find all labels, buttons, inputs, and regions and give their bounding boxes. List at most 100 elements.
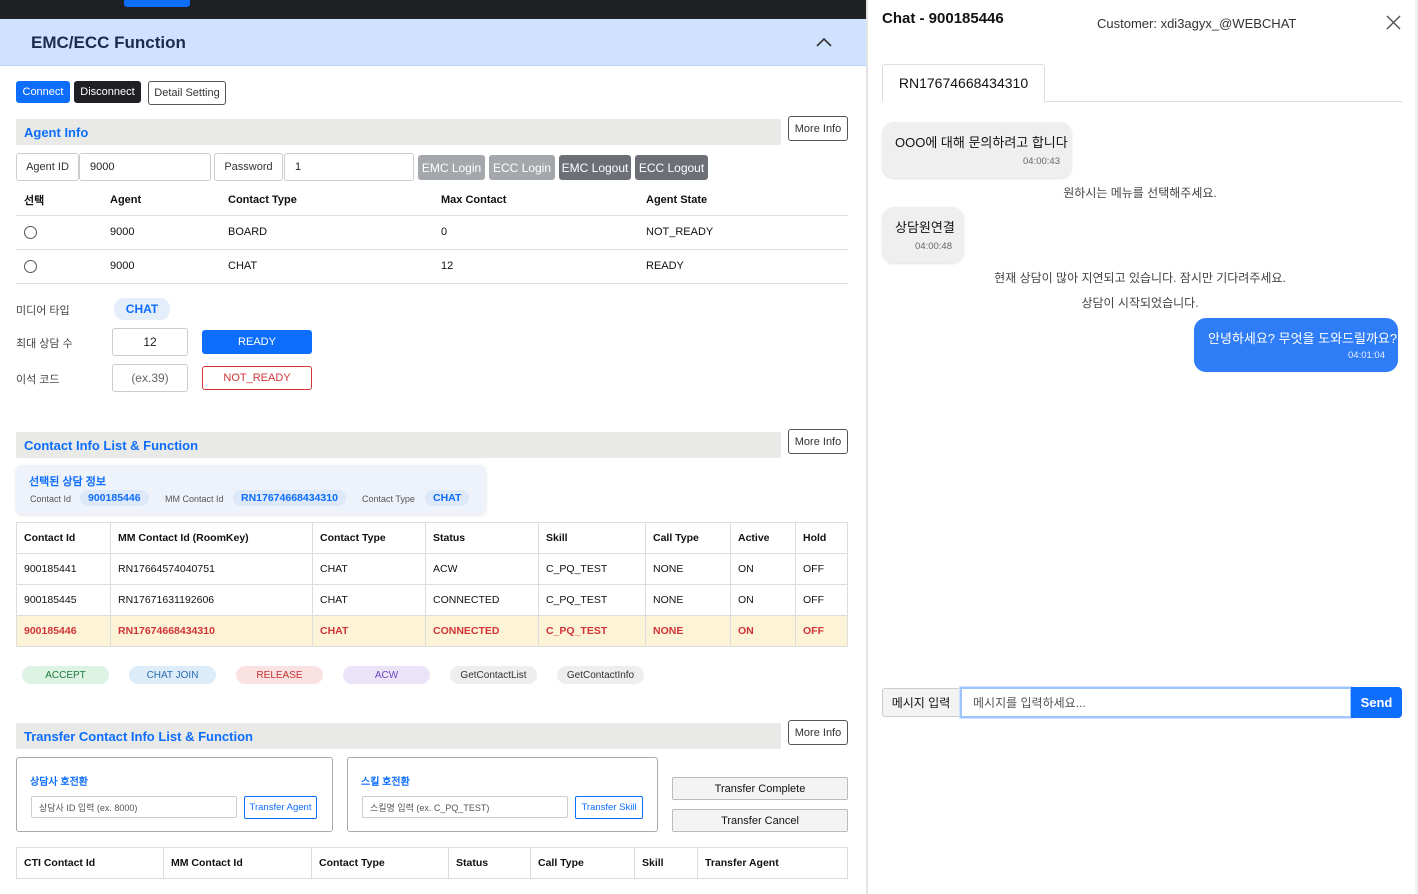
message-input-label: 메시지 입력 [882, 688, 960, 717]
system-message: 상담이 시작되었습니다. [1081, 296, 1199, 310]
row-select-radio[interactable] [24, 225, 37, 239]
transfer-table: CTI Contact Id MM Contact Id Contact Typ… [16, 847, 848, 879]
message-time: 04:01:04 [1348, 350, 1385, 361]
contact-info-band: Contact Info List & Function [16, 432, 781, 458]
contact-id-cell: 900185441 [16, 553, 111, 585]
column-header: CTI Contact Id [16, 847, 164, 879]
chat-join-button[interactable]: CHAT JOIN [129, 666, 216, 684]
mm-contact-id-cell: RN17674668434310 [110, 615, 313, 647]
chat-title: Chat - 900185446 [882, 10, 1004, 27]
contact-table-header: Contact Id MM Contact Id (RoomKey) Conta… [16, 522, 848, 554]
not-ready-button[interactable]: NOT_READY [202, 366, 312, 390]
app-root: EMC/ECC Function Connect Disconnect Deta… [0, 0, 1418, 894]
table-row[interactable]: 9000 BOARD 0 NOT_READY [16, 215, 848, 250]
table-row[interactable]: 900185441 RN17664574040751 CHAT ACW C_PQ… [16, 553, 848, 585]
contact-id-cell: 900185445 [16, 584, 111, 616]
contact-type-cell: BOARD [220, 215, 433, 250]
contact-type-cell: CHAT [312, 553, 426, 585]
emc-logout-button[interactable]: EMC Logout [559, 155, 631, 180]
table-row[interactable]: 9000 CHAT 12 READY [16, 249, 848, 284]
password-label: Password [214, 153, 283, 181]
chat-tab[interactable]: RN17674668434310 [882, 64, 1045, 102]
column-header: Active [730, 522, 796, 554]
contact-info-title: Contact Info List & Function [24, 438, 199, 453]
column-header: MM Contact Id [163, 847, 312, 879]
call-type-cell: NONE [645, 553, 731, 585]
section-header[interactable]: EMC/ECC Function [0, 19, 866, 66]
transfer-agent-input[interactable]: 상담사 ID 입력 (ex. 8000) [31, 796, 237, 818]
transfer-skill-box: 스킬 호전환 스킬명 입력 (ex. C_PQ_TEST) Transfer S… [347, 757, 658, 832]
release-button[interactable]: RELEASE [236, 666, 323, 684]
top-bar [0, 0, 866, 19]
transfer-skill-button[interactable]: Transfer Skill [575, 796, 643, 819]
column-header: 선택 [16, 185, 102, 216]
status-cell: CONNECTED [425, 584, 539, 616]
contact-info-more-button[interactable]: More Info [788, 429, 848, 454]
message-input[interactable]: 메시지를 입력하세요... [960, 687, 1352, 718]
transfer-table-header: CTI Contact Id MM Contact Id Contact Typ… [16, 847, 848, 879]
detail-setting-button[interactable]: Detail Setting [148, 81, 226, 105]
transfer-skill-input[interactable]: 스킬명 입력 (ex. C_PQ_TEST) [362, 796, 568, 818]
away-code-label: 이석 코드 [16, 374, 60, 386]
mm-contact-id-cell: RN17664574040751 [110, 553, 313, 585]
transfer-more-button[interactable]: More Info [788, 720, 848, 745]
chevron-up-icon[interactable] [815, 35, 833, 49]
table-row-selected[interactable]: 900185446 RN17674668434310 CHAT CONNECTE… [16, 615, 848, 647]
message-text: 상담원연결 [895, 220, 955, 235]
accept-button[interactable]: ACCEPT [22, 666, 109, 684]
status-cell: CONNECTED [425, 615, 539, 647]
selected-contact-type: CHAT [425, 490, 470, 506]
row-select-radio[interactable] [24, 259, 37, 273]
system-message: 현재 상담이 많아 지연되고 있습니다. 잠시만 기다려주세요. [994, 271, 1286, 285]
chat-customer: Customer: xdi3agyx_@WEBCHAT [1097, 16, 1297, 31]
ecc-logout-button[interactable]: ECC Logout [635, 155, 708, 180]
emc-login-button[interactable]: EMC Login [418, 155, 485, 180]
selected-contact-id-label: Contact Id [30, 494, 72, 504]
top-bar-active-tab[interactable] [124, 0, 190, 7]
ecc-login-button[interactable]: ECC Login [489, 155, 555, 180]
column-header: Max Contact [433, 185, 638, 216]
media-type-chip: CHAT [114, 298, 170, 320]
agent-table: 선택 Agent Contact Type Max Contact Agent … [16, 185, 848, 284]
send-button[interactable]: Send [1351, 687, 1402, 718]
transfer-agent-button[interactable]: Transfer Agent [244, 796, 317, 819]
max-consult-input[interactable]: 12 [112, 328, 188, 356]
close-icon[interactable] [1386, 15, 1401, 30]
column-header: Status [425, 522, 539, 554]
transfer-skill-title: 스킬 호전환 [361, 777, 410, 788]
skill-cell: C_PQ_TEST [538, 584, 646, 616]
transfer-agent-box: 상담사 호전환 상담사 ID 입력 (ex. 8000) Transfer Ag… [16, 757, 333, 832]
selected-contact-id: 900185446 [80, 490, 149, 506]
disconnect-button[interactable]: Disconnect [74, 81, 141, 103]
away-code-input[interactable]: (ex.39) [112, 364, 188, 392]
system-message: 원하시는 메뉴를 선택해주세요. [1063, 186, 1217, 200]
agent-cell: 9000 [102, 249, 220, 284]
status-cell: ACW [425, 553, 539, 585]
acw-button[interactable]: ACW [343, 666, 430, 684]
get-contact-info-button[interactable]: GetContactInfo [557, 666, 644, 684]
column-header: Agent [102, 185, 220, 216]
agent-id-input[interactable]: 9000 [79, 153, 211, 181]
transfer-complete-button[interactable]: Transfer Complete [672, 777, 848, 800]
active-cell: ON [730, 615, 796, 647]
column-header: Call Type [645, 522, 731, 554]
agent-info-more-button[interactable]: More Info [788, 116, 848, 141]
message-text: OOO에 대해 문의하려고 합니다 [895, 135, 1068, 150]
get-contact-list-button[interactable]: GetContactList [450, 666, 537, 684]
column-header: Agent State [638, 185, 848, 216]
contact-type-cell: CHAT [312, 584, 426, 616]
transfer-cancel-button[interactable]: Transfer Cancel [672, 809, 848, 832]
hold-cell: OFF [795, 553, 848, 585]
password-input[interactable]: 1 [284, 153, 414, 181]
connect-button[interactable]: Connect [16, 81, 70, 103]
column-header: Transfer Agent [697, 847, 848, 879]
max-consult-label: 최대 상담 수 [16, 338, 73, 350]
ready-button[interactable]: READY [202, 330, 312, 354]
message-time: 04:00:48 [915, 241, 952, 252]
table-row[interactable]: 900185445 RN17671631192606 CHAT CONNECTE… [16, 584, 848, 616]
agent-id-label: Agent ID [16, 153, 79, 181]
selected-mm-contact-id: RN17674668434310 [233, 490, 346, 506]
panel-divider [866, 0, 868, 894]
column-header: Contact Type [311, 847, 449, 879]
contact-type-cell: CHAT [312, 615, 426, 647]
